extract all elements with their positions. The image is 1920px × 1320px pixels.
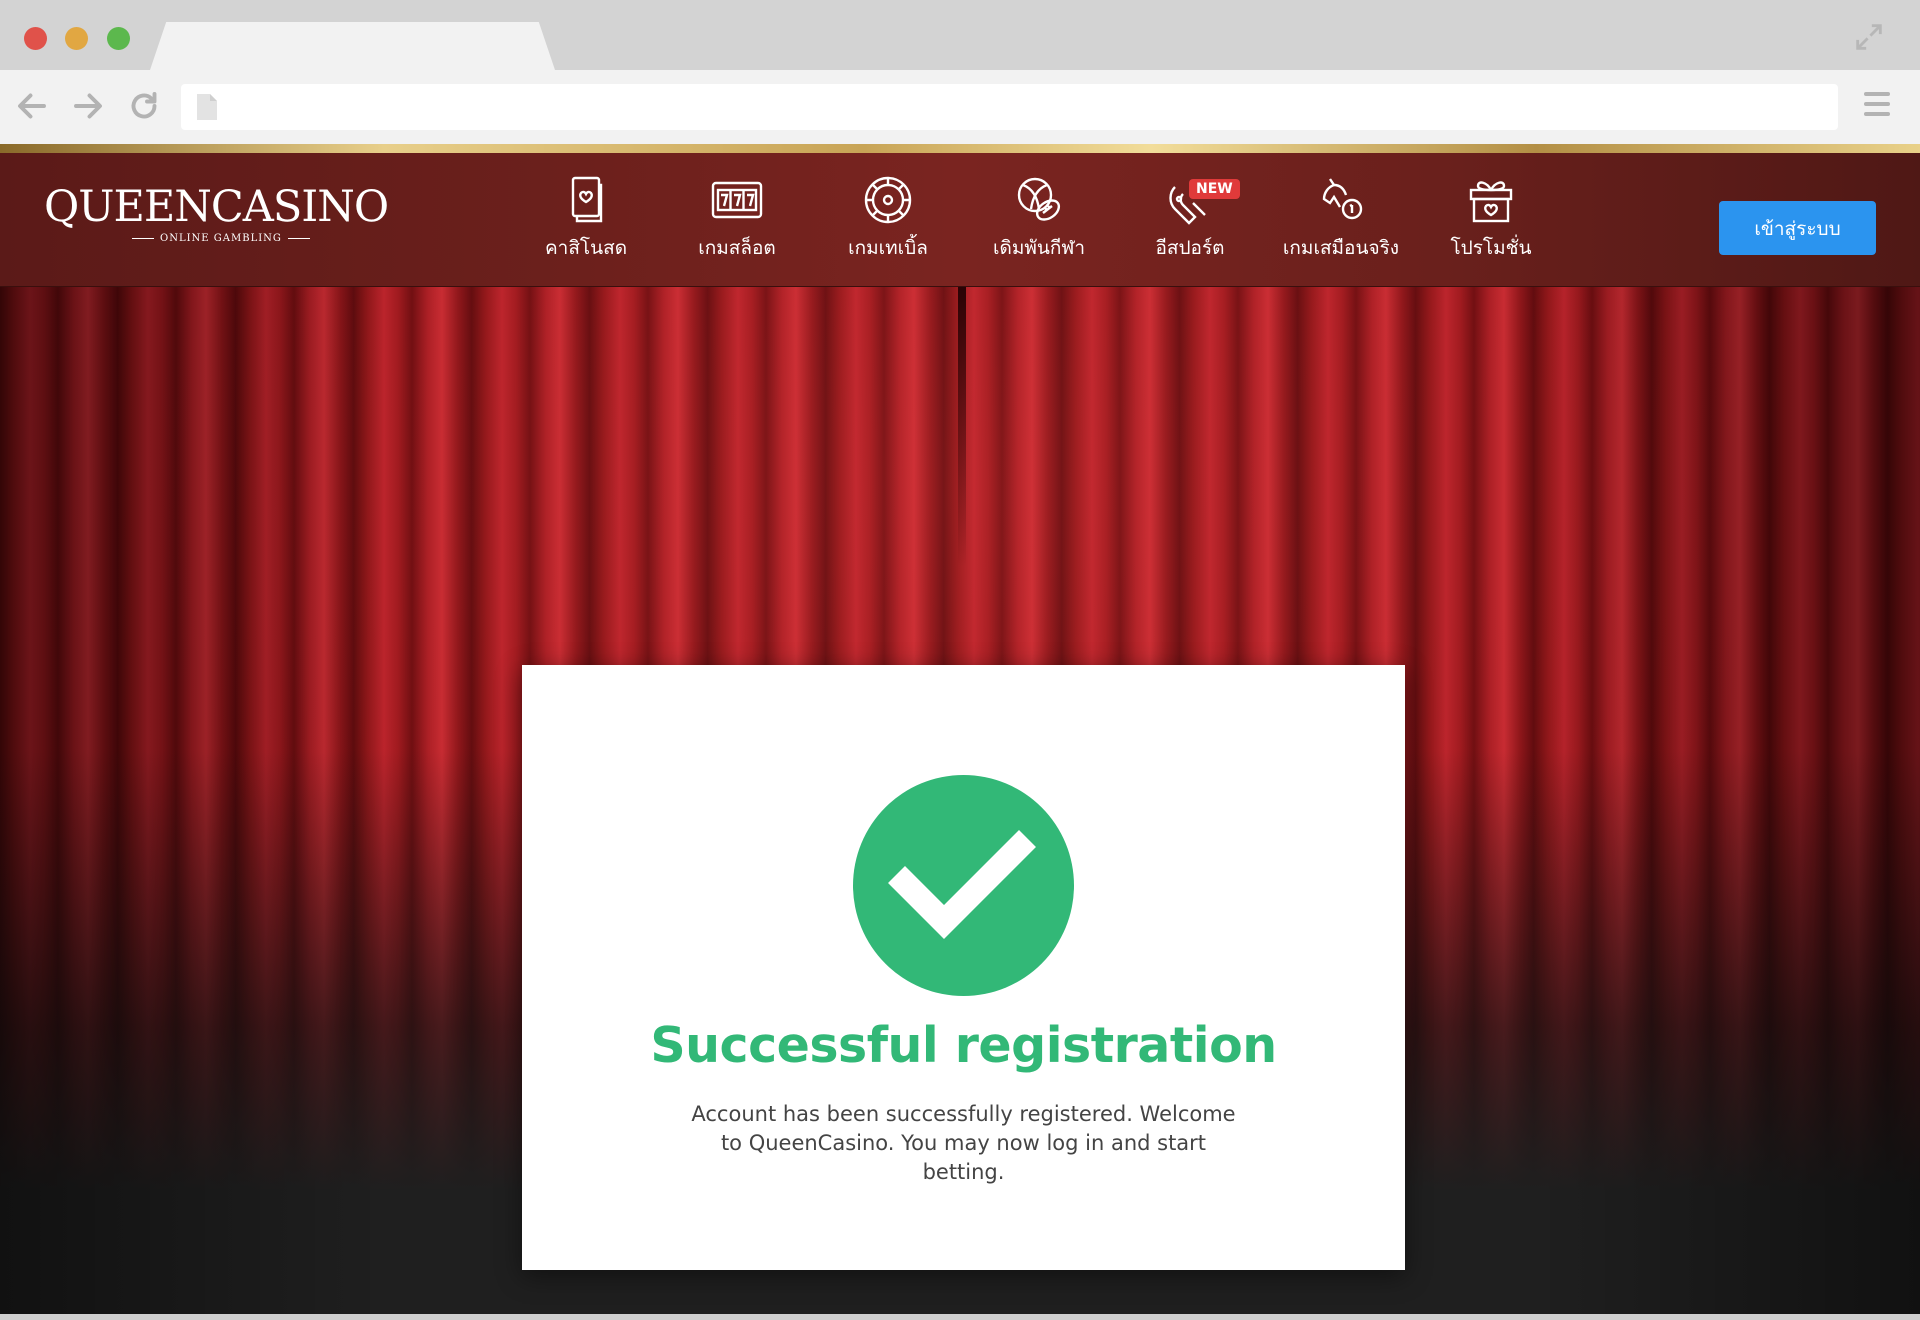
arrow-left-icon[interactable] [14,88,50,124]
nav-label: เดิมพันกีฬา [992,237,1086,259]
nav-live-casino[interactable]: คาสิโนสด [521,173,651,273]
logo-tagline: ONLINE GAMBLING [126,233,316,244]
success-message: Account has been successfully registered… [691,1102,1236,1184]
arrow-right-icon[interactable] [70,88,106,124]
nav-promotions[interactable]: โปรโมชั่น [1426,173,1556,273]
success-title: Successful registration [650,1017,1277,1074]
casino-site: QUEENCASINO ONLINE GAMBLING คาสิโนสด เกม… [0,144,1920,1314]
browser-titlebar [0,0,1920,70]
login-button[interactable]: เข้าสู่ระบบ [1719,201,1876,255]
roulette-icon [823,173,953,227]
queencasino-logo[interactable]: QUEENCASINO ONLINE GAMBLING [44,182,389,253]
expand-icon[interactable] [1852,20,1886,54]
registration-success-modal: Successful registration Account has been… [522,665,1405,1270]
gold-trim [0,144,1920,153]
logo-wordmark: QUEENCASINO [44,182,389,232]
nav-sports-betting[interactable]: เดิมพันกีฬา [974,173,1104,273]
site-header: QUEENCASINO ONLINE GAMBLING คาสิโนสด เกม… [0,153,1920,287]
slot-machine-icon [672,173,802,227]
new-badge: NEW [1189,179,1240,199]
close-window-button[interactable] [24,27,47,50]
hamburger-menu-icon[interactable] [1864,92,1892,120]
nav-label: เกมเทเบิ้ล [848,237,928,259]
nav-label: คาสิโนสด [544,237,628,259]
nav-label: เกมสล็อต [698,237,776,259]
nav-esports[interactable]: NEW อีสปอร์ต [1125,173,1255,273]
nav-virtual-games[interactable]: เกมเสมือนจริง [1276,173,1406,273]
reload-icon[interactable] [126,88,162,124]
nav-label: โปรโมชั่น [1450,237,1532,259]
page-icon [197,94,217,120]
card-icon [521,173,651,227]
nav-label: อีสปอร์ต [1155,237,1225,259]
horse-racing-icon [1276,173,1406,227]
curtain-split [958,287,966,567]
nav-label: เกมเสมือนจริง [1282,237,1400,259]
browser-bottom-edge [0,1314,1920,1320]
browser-chrome [0,0,1920,144]
browser-toolbar [0,70,1920,144]
nav-table-games[interactable]: เกมเทเบิ้ล [823,173,953,273]
nav-slots[interactable]: เกมสล็อต [672,173,802,273]
address-bar[interactable] [181,84,1838,130]
browser-tab[interactable] [150,22,555,70]
check-circle-icon [853,775,1074,996]
maximize-window-button[interactable] [107,27,130,50]
gift-icon [1426,173,1556,227]
sports-ball-icon [974,173,1104,227]
minimize-window-button[interactable] [65,27,88,50]
